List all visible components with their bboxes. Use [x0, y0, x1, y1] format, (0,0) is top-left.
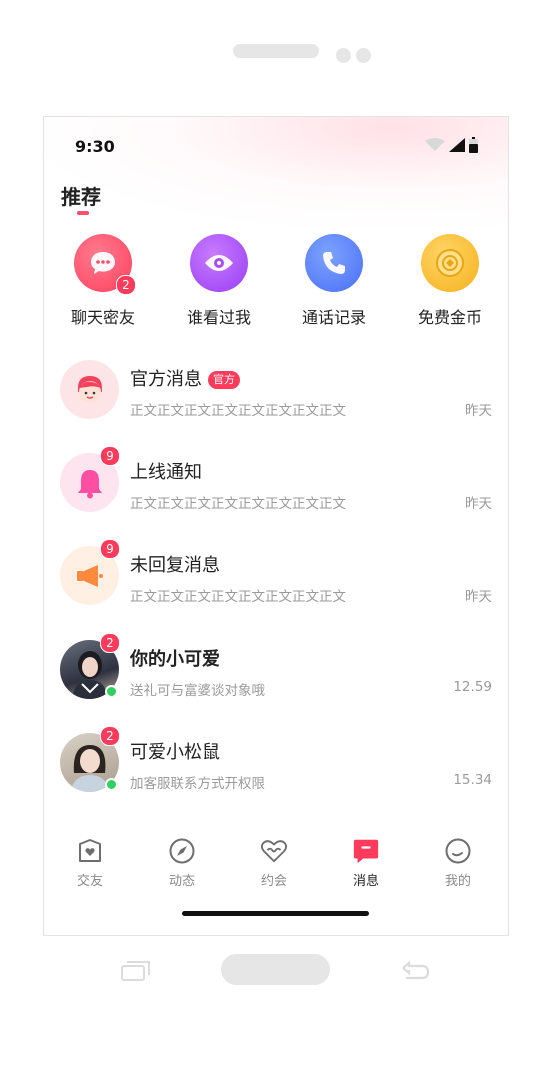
nav-item-friends[interactable]: 交友: [44, 837, 136, 889]
phone-screen: 9:30 推荐 2 聊天密友 谁看过我 通话记录 免费金币 官方消息 官方 正文…: [43, 116, 509, 936]
conversation-time: 12.59: [453, 679, 492, 695]
conversation-preview: 正文正文正文正文正文正文正文正文: [130, 589, 346, 605]
official-avatar-icon: [60, 360, 119, 419]
conversation-name: 可爱小松鼠: [130, 742, 220, 763]
profile-circle-icon: [444, 837, 472, 865]
conversation-name: 官方消息 官方: [130, 365, 240, 391]
battery-icon: [469, 137, 478, 153]
device-camera: [336, 48, 351, 63]
conversation-name: 未回复消息: [130, 555, 220, 576]
quick-label: 谁看过我: [186, 308, 251, 327]
heart-shield-icon: [76, 837, 104, 865]
conversation-name: 你的小可爱: [130, 649, 220, 670]
header-glow: [44, 117, 508, 227]
home-button[interactable]: [221, 954, 330, 985]
unread-badge: 2: [100, 726, 120, 746]
conversation-time: 昨天: [465, 589, 492, 605]
avatar-container: 2: [60, 726, 120, 792]
nav-label: 消息: [352, 874, 379, 889]
list-item-chat[interactable]: 2 你的小可爱 送礼可与富婆谈对象哦 12.59: [44, 633, 508, 730]
online-indicator: [105, 685, 118, 698]
device-speaker: [233, 44, 319, 58]
official-tag: 官方: [208, 371, 240, 389]
quick-label: 通话记录: [301, 308, 366, 327]
quick-chat-friends[interactable]: 2 聊天密友: [48, 234, 158, 328]
quick-who-viewed-me[interactable]: 谁看过我: [164, 234, 274, 328]
coin-icon: [421, 234, 479, 292]
avatar-container: 2: [60, 633, 120, 699]
tab-recommend[interactable]: 推荐: [61, 181, 101, 210]
recent-apps-button[interactable]: [121, 960, 151, 986]
home-indicator[interactable]: [182, 911, 369, 916]
conversation-name: 上线通知: [130, 462, 202, 483]
list-item-official[interactable]: 官方消息 官方 正文正文正文正文正文正文正文正文 昨天: [44, 357, 508, 450]
conversation-preview: 正文正文正文正文正文正文正文正文: [130, 403, 346, 419]
unread-badge: 9: [100, 539, 120, 559]
list-item-unreplied[interactable]: 9 未回复消息 正文正文正文正文正文正文正文正文 昨天: [44, 539, 508, 636]
phone-icon: [305, 234, 363, 292]
conversation-time: 昨天: [465, 403, 492, 419]
status-time: 9:30: [75, 137, 115, 156]
nav-item-messages[interactable]: 消息: [320, 837, 412, 889]
message-icon: [352, 837, 380, 865]
conversation-time: 15.34: [453, 772, 492, 788]
signal-icon: [449, 138, 465, 152]
nav-label: 我的: [444, 874, 471, 889]
back-button[interactable]: [400, 960, 430, 986]
conversation-preview: 加客服联系方式开权限: [130, 776, 265, 792]
nav-item-dating[interactable]: 约会: [228, 837, 320, 889]
nav-item-me[interactable]: 我的: [412, 837, 504, 889]
nav-label: 约会: [260, 874, 287, 889]
list-item-chat[interactable]: 2 可爱小松鼠 加客服联系方式开权限 15.34: [44, 726, 508, 823]
bottom-nav: 交友 动态 约会 消息 我的: [44, 837, 508, 897]
compass-icon: [168, 837, 196, 865]
conversation-preview: 送礼可与富婆谈对象哦: [130, 683, 265, 699]
nav-label: 交友: [76, 874, 103, 889]
status-icons: [425, 137, 478, 153]
quick-actions: 2 聊天密友 谁看过我 通话记录 免费金币: [44, 234, 508, 329]
list-item-online-notice[interactable]: 9 上线通知 正文正文正文正文正文正文正文正文 昨天: [44, 446, 508, 543]
eye-icon: [190, 234, 248, 292]
chat-bubble-icon: 2: [74, 234, 136, 295]
nav-label: 动态: [168, 874, 195, 889]
avatar-container: 9: [60, 446, 120, 512]
unread-badge: 2: [100, 633, 120, 653]
nav-item-moments[interactable]: 动态: [136, 837, 228, 889]
heart-wave-icon: [260, 837, 288, 865]
conversation-time: 昨天: [465, 496, 492, 512]
wifi-icon: [425, 138, 445, 151]
quick-call-records[interactable]: 通话记录: [279, 234, 389, 328]
unread-badge: 9: [100, 446, 120, 466]
recent-apps-icon: [121, 961, 150, 981]
online-indicator: [105, 778, 118, 791]
chat-friends-badge: 2: [116, 275, 136, 295]
device-sensor: [356, 48, 371, 63]
conversation-preview: 正文正文正文正文正文正文正文正文: [130, 496, 346, 512]
back-icon: [402, 960, 430, 980]
quick-label: 聊天密友: [70, 308, 135, 327]
quick-free-coins[interactable]: 免费金币: [395, 234, 505, 328]
avatar-container: 9: [60, 539, 120, 605]
conversation-name-text: 官方消息: [130, 369, 202, 390]
tab-indicator: [77, 211, 89, 215]
avatar-container: [60, 360, 119, 419]
quick-label: 免费金币: [417, 308, 482, 327]
